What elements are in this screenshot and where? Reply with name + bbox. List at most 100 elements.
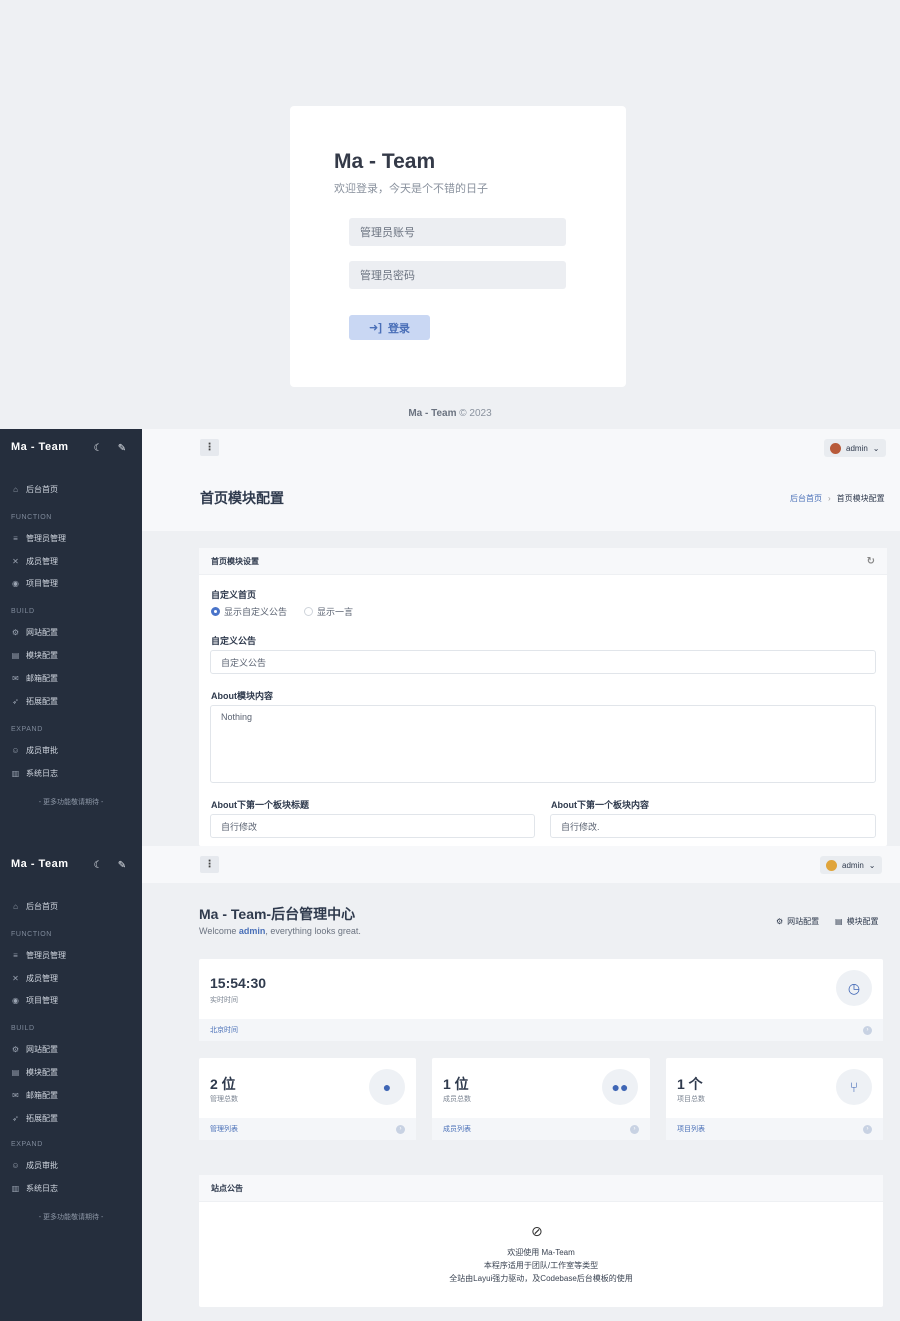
footer-brand: Ma - Team	[408, 408, 457, 419]
sidebar-brand[interactable]: Ma - Team	[11, 858, 68, 870]
sidebar-item-label: 成员审批	[26, 1161, 58, 1170]
sidebar-more-note: - 更多功能敬请期待 -	[38, 799, 104, 806]
sidebar-item-label: 项目管理	[26, 579, 58, 588]
notice-block: 站点公告 ⊘ 欢迎使用 Ma-Team 本程序适用于团队/工作室等类型 全站由L…	[199, 1175, 883, 1307]
sidebar-item-projects[interactable]: ◉ 项目管理	[11, 578, 58, 589]
sitemap-icon: ⑂	[836, 1069, 872, 1105]
avatar	[830, 442, 841, 454]
sidebar-section-function: FUNCTION	[11, 931, 52, 938]
sidebar-item-label: 网站配置	[26, 1045, 58, 1054]
welcome-prefix: Welcome	[199, 926, 239, 936]
sidebar-item-log[interactable]: ▥ 系统日志	[11, 768, 58, 779]
layers-icon: ▤	[835, 917, 843, 926]
user-plus-icon: ☺	[11, 1161, 20, 1170]
sidebar-item-label: 后台首页	[26, 485, 58, 494]
clock-icon: ◷	[836, 970, 872, 1006]
sidebar-item-admin[interactable]: ≡ 管理员管理	[11, 950, 66, 961]
sidebar-item-review[interactable]: ☺ 成员审批	[11, 745, 58, 756]
sidebar-item-projects[interactable]: ◉ 项目管理	[11, 995, 58, 1006]
stat-value: 1 个	[677, 1076, 703, 1092]
home-icon: ⌂	[13, 902, 18, 911]
refresh-icon[interactable]: ↻	[867, 556, 875, 567]
username-input[interactable]: 管理员账号	[349, 218, 566, 246]
chevron-down-icon: ⌄	[872, 443, 880, 453]
login-title: Ma - Team	[334, 150, 436, 173]
home-icon: ⌂	[13, 485, 18, 494]
sidebar-item-label: 拓展配置	[26, 697, 58, 706]
breadcrumb-home[interactable]: 后台首页	[790, 493, 822, 504]
sidebar-item-home[interactable]: ⌂ 后台首页	[11, 901, 58, 912]
login-button[interactable]: ➜] 登录	[349, 315, 430, 340]
sidebar-item-module-config[interactable]: ▤ 模块配置	[11, 650, 58, 661]
radio-selected-icon	[211, 607, 220, 616]
module-settings-block: 首页模块设置 ↻ 自定义首页 显示自定义公告 显示一言 自定义公告 自定义公告 …	[199, 548, 887, 846]
pen-icon[interactable]: ✎	[115, 441, 129, 455]
first-title-label: About下第一个板块标题	[211, 800, 309, 810]
stat-footer-label: 成员列表	[443, 1126, 471, 1133]
sidebar-item-admin[interactable]: ≡ 管理员管理	[11, 533, 66, 544]
stat-footer[interactable]: 成员列表 ›	[432, 1118, 650, 1140]
sidebar-item-module-config[interactable]: ▤ 模块配置	[11, 1067, 58, 1078]
welcome-user[interactable]: admin	[239, 926, 266, 936]
sidebar-more-note: - 更多功能敬请期待 -	[38, 1214, 104, 1221]
user-menu[interactable]: admin ⌄	[820, 856, 882, 874]
stat-card-admins: 2 位 管理总数 ● 管理列表 ›	[199, 1058, 416, 1140]
sidebar-item-label: 后台首页	[26, 902, 58, 911]
notice-title: 站点公告	[211, 1183, 243, 1193]
rocket-icon: ➶	[12, 697, 19, 706]
sidebar-item-mail-config[interactable]: ✉ 邮箱配置	[11, 673, 58, 684]
menu-toggle-button[interactable]: ⋮	[200, 439, 219, 456]
user-menu[interactable]: admin ⌄	[824, 439, 886, 457]
stat-footer[interactable]: 管理列表 ›	[199, 1118, 416, 1140]
sidebar-brand[interactable]: Ma - Team	[11, 441, 68, 453]
stat-footer[interactable]: 项目列表 ›	[666, 1118, 883, 1140]
sidebar-item-label: 系统日志	[26, 1184, 58, 1193]
sidebar-item-label: 项目管理	[26, 996, 58, 1005]
about-label: About模块内容	[211, 691, 273, 701]
radio-hitokoto[interactable]: 显示一言	[304, 605, 353, 618]
welcome-suffix: , everything looks great.	[265, 926, 361, 936]
radio-custom-notice[interactable]: 显示自定义公告	[211, 605, 287, 618]
menu-toggle-button[interactable]: ⋮	[200, 856, 219, 873]
sidebar-item-members[interactable]: ✕ 成员管理	[11, 973, 58, 984]
chart-icon: ▥	[11, 769, 20, 778]
notice-line-3: 全站由Layui强力驱动，及Codebase后台模板的使用	[449, 1274, 633, 1283]
sidebar-item-log[interactable]: ▥ 系统日志	[11, 1183, 58, 1194]
custom-home-label: 自定义首页	[211, 590, 257, 600]
sidebar-item-members[interactable]: ✕ 成员管理	[11, 556, 58, 567]
sidebar-item-site-config[interactable]: ⚙ 网站配置	[11, 1044, 58, 1055]
stat-label: 管理总数	[210, 1096, 238, 1103]
first-title-input[interactable]: 自行修改	[210, 814, 535, 838]
sidebar-item-review[interactable]: ☺ 成员审批	[11, 1160, 58, 1171]
sidebar-item-site-config[interactable]: ⚙ 网站配置	[11, 627, 58, 638]
layers-icon: ▤	[11, 1068, 20, 1077]
about-textarea[interactable]: Nothing	[210, 705, 876, 783]
pen-icon[interactable]: ✎	[115, 858, 129, 872]
sidebar-item-home[interactable]: ⌂ 后台首页	[11, 484, 58, 495]
moon-icon[interactable]: ☾	[91, 858, 105, 872]
layers-icon: ▤	[11, 651, 20, 660]
notice-line-1: 欢迎使用 Ma-Team	[507, 1248, 575, 1257]
custom-notice-label: 自定义公告	[211, 636, 257, 646]
sidebar-section-build: BUILD	[11, 608, 35, 615]
password-input[interactable]: 管理员密码	[349, 261, 566, 289]
quick-link-module-config[interactable]: ▤ 模块配置	[835, 916, 879, 927]
gears-icon: ⚙	[11, 1045, 20, 1054]
first-content-input[interactable]: 自行修改.	[550, 814, 876, 838]
stat-footer-label: 项目列表	[677, 1126, 705, 1133]
quick-link-label: 网站配置	[787, 917, 820, 926]
arrow-right-icon: ›	[863, 1025, 872, 1035]
sidebar-item-ext-config[interactable]: ➶ 拓展配置	[11, 696, 58, 707]
clock-footer[interactable]: 北京时间 ›	[199, 1019, 883, 1041]
topbar: ⋮ admin ⌄	[142, 429, 900, 466]
sidebar-item-ext-config[interactable]: ➶ 拓展配置	[11, 1113, 58, 1124]
sidebar-item-mail-config[interactable]: ✉ 邮箱配置	[11, 1090, 58, 1101]
dashboard-title: Ma - Team-后台管理中心	[199, 906, 356, 922]
moon-icon[interactable]: ☾	[91, 441, 105, 455]
custom-notice-input[interactable]: 自定义公告	[210, 650, 876, 674]
radio-unselected-icon	[304, 607, 313, 616]
list-icon: ≡	[13, 534, 18, 543]
quick-link-site-config[interactable]: ⚙ 网站配置	[776, 916, 819, 927]
login-subtitle: 欢迎登录，今天是个不错的日子	[334, 183, 488, 195]
welcome-text: Welcome admin, everything looks great.	[199, 926, 361, 936]
